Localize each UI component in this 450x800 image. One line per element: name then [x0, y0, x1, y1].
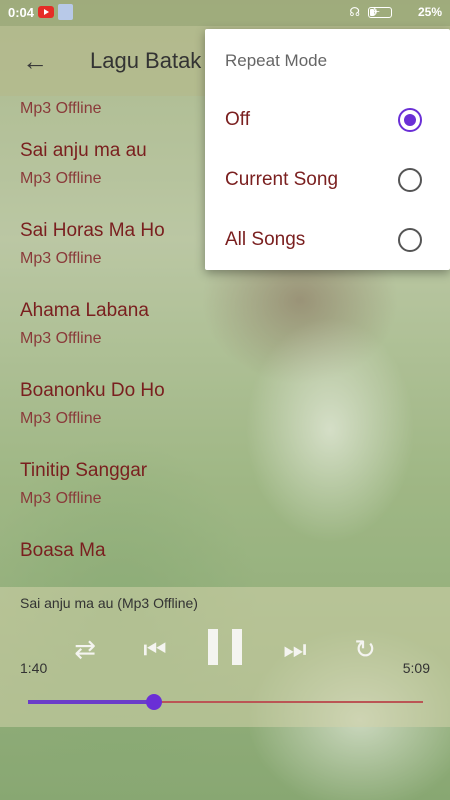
list-item[interactable]: Boasa Ma — [20, 540, 106, 562]
next-icon[interactable]: ⏭ — [275, 629, 315, 669]
repeat-mode-menu: Repeat Mode Off Current Song All Songs — [205, 29, 450, 270]
seek-bar-thumb[interactable] — [146, 694, 163, 710]
option-label: Off — [225, 109, 250, 130]
battery-icon — [368, 7, 392, 18]
list-item[interactable]: Mp3 Offline — [20, 96, 102, 118]
youtube-icon — [38, 6, 54, 18]
list-item[interactable]: Sai anju ma au Mp3 Offline — [20, 140, 147, 188]
now-playing-label: Sai anju ma au (Mp3 Offline) — [20, 595, 198, 611]
pause-icon[interactable] — [208, 629, 242, 665]
radio-button[interactable] — [398, 168, 422, 192]
page-title: Lagu Batak — [90, 48, 202, 73]
song-title: Sai Horas Ma Ho — [20, 220, 165, 241]
list-item[interactable]: Sai Horas Ma Ho Mp3 Offline — [20, 220, 165, 268]
song-subtitle: Mp3 Offline — [20, 410, 102, 427]
song-title: Ahama Labana — [20, 300, 149, 321]
song-title: Sai anju ma au — [20, 140, 147, 161]
repeat-icon[interactable]: ↻ — [345, 629, 385, 669]
option-label: All Songs — [225, 229, 306, 250]
shuffle-icon[interactable]: ⇄ — [65, 629, 105, 669]
song-title: Boanonku Do Ho — [20, 380, 165, 401]
song-subtitle: Mp3 Offline — [20, 490, 102, 507]
song-subtitle: Mp3 Offline — [20, 250, 102, 267]
list-item[interactable]: Ahama Labana Mp3 Offline — [20, 300, 149, 348]
total-time: 5:09 — [402, 660, 430, 676]
song-subtitle: Mp3 Offline — [20, 100, 102, 117]
radio-button[interactable] — [398, 108, 422, 132]
arrow-left-icon[interactable]: ← — [22, 48, 48, 74]
song-subtitle: Mp3 Offline — [20, 170, 102, 187]
status-bar: 0:04 ☊ ✈ 25% — [0, 0, 450, 26]
repeat-option-current-song[interactable]: Current Song — [205, 150, 450, 210]
clock: 0:04 — [8, 5, 35, 20]
song-title: Tinitip Sanggar — [20, 460, 148, 481]
app-icon — [58, 4, 73, 20]
menu-title: Repeat Mode — [225, 51, 328, 70]
elapsed-time: 1:40 — [20, 660, 48, 676]
song-title: Boasa Ma — [20, 540, 106, 561]
list-item[interactable]: Tinitip Sanggar Mp3 Offline — [20, 460, 147, 508]
radio-button[interactable] — [398, 228, 422, 252]
player-panel: Sai anju ma au (Mp3 Offline) ⇄ ⏮ ⏭ ↻ 1:4… — [0, 587, 450, 727]
repeat-option-all-songs[interactable]: All Songs — [205, 210, 450, 270]
seek-bar[interactable] — [28, 694, 423, 710]
repeat-option-off[interactable]: Off — [205, 90, 450, 150]
song-subtitle: Mp3 Offline — [20, 330, 102, 347]
battery-percent: 25% — [417, 5, 442, 19]
previous-icon[interactable]: ⏮ — [135, 629, 175, 669]
list-item[interactable]: Boanonku Do Ho Mp3 Offline — [20, 380, 165, 428]
seek-bar-progress — [28, 700, 155, 704]
option-label: Current Song — [225, 169, 339, 190]
headphones-icon: ☊ — [349, 5, 360, 19]
